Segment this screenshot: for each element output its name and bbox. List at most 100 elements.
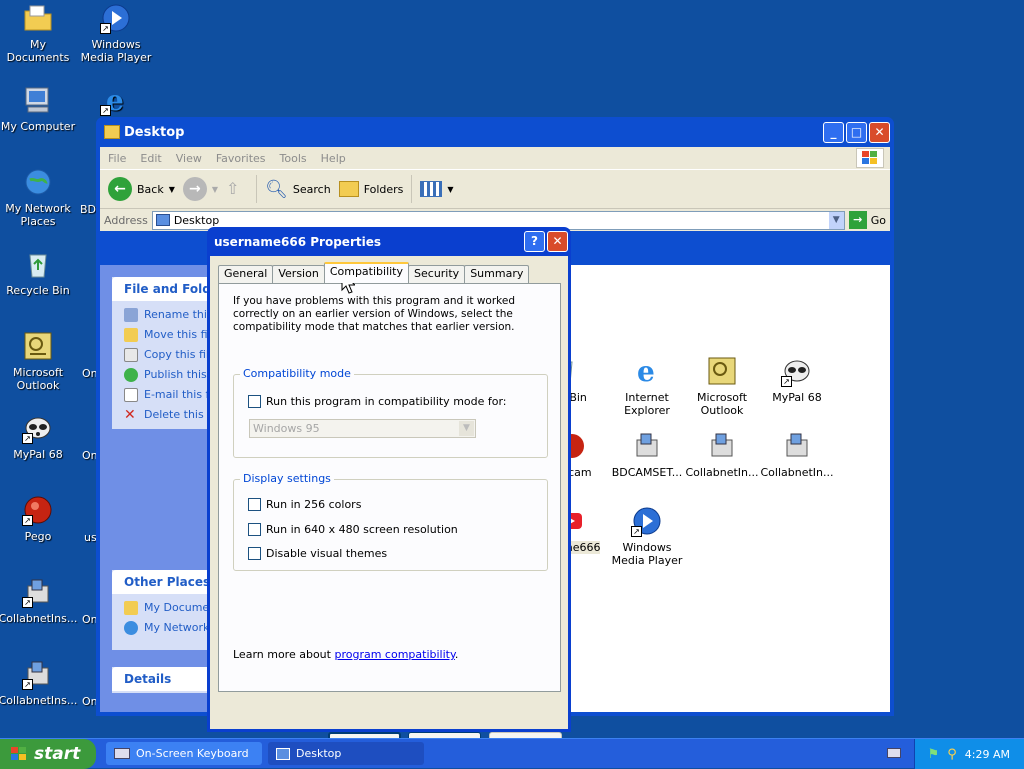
file-collabnet-2[interactable]: CollabnetIn...	[757, 430, 837, 479]
close-button[interactable]: ✕	[547, 231, 568, 252]
checkbox[interactable]	[248, 547, 261, 560]
desktop-icon-my-computer[interactable]: My Computer	[0, 84, 78, 133]
tab-compatibility[interactable]: Compatibility	[323, 262, 410, 283]
folders-button[interactable]: Folders	[338, 181, 403, 197]
installer-icon	[706, 430, 738, 462]
clock[interactable]: 4:29 AM	[965, 748, 1010, 761]
rename-icon	[124, 308, 138, 322]
dialog-titlebar[interactable]: username666 Properties ? ✕	[210, 227, 568, 256]
desktop-icon-recycle-bin[interactable]: Recycle Bin	[0, 248, 78, 297]
address-label: Address	[104, 213, 148, 227]
maximize-button[interactable]: □	[846, 121, 867, 143]
desktop-icon	[276, 747, 290, 760]
up-folder-icon[interactable]: ⇧	[226, 179, 248, 199]
file-internet-explorer[interactable]: e Internet Explorer	[607, 355, 687, 417]
views-button[interactable]: ▼	[420, 181, 454, 197]
back-button[interactable]: ← Back ▼	[108, 177, 175, 201]
explorer-titlebar[interactable]: Desktop _ □ ✕	[100, 117, 890, 147]
task-desktop[interactable]: Desktop	[268, 742, 424, 765]
file-mypal[interactable]: ↗ MyPal 68	[757, 355, 837, 404]
menu-file[interactable]: File	[108, 152, 126, 165]
desktop-icon-windows-media-player[interactable]: ↗ Windows Media Player	[76, 2, 156, 64]
file-windows-media-player[interactable]: ↗ Windows Media Player	[607, 505, 687, 567]
menu-help[interactable]: Help	[321, 152, 346, 165]
keyboard-icon	[114, 748, 130, 759]
toolbar-separator	[411, 175, 413, 203]
installer-icon	[631, 430, 663, 462]
chevron-down-icon: ▼	[459, 421, 474, 436]
dialog-title: username666 Properties	[214, 234, 381, 249]
menu-view[interactable]: View	[176, 152, 202, 165]
copy-icon	[124, 348, 138, 362]
compat-mode-checkbox-row[interactable]: Run this program in compatibility mode f…	[248, 395, 507, 408]
desktop-icon-mypal[interactable]: ↗ MyPal 68	[0, 412, 78, 461]
network-icon	[22, 166, 54, 198]
desktop-icon-collabnet-2[interactable]: ↗ CollabnetIns...	[0, 658, 78, 707]
desktop-icon	[155, 214, 170, 226]
close-button[interactable]: ✕	[869, 121, 890, 143]
start-button[interactable]: start	[0, 739, 96, 769]
learn-more-text: Learn more about program compatibility.	[233, 648, 459, 661]
globe-icon	[124, 368, 138, 382]
os-version-select[interactable]: Windows 95 ▼	[249, 419, 476, 438]
minimize-button[interactable]: _	[823, 121, 844, 143]
file-collabnet-1[interactable]: CollabnetIn...	[682, 430, 762, 479]
search-button[interactable]: 🔍︎ Search	[265, 179, 331, 200]
program-compatibility-link[interactable]: program compatibility	[334, 648, 454, 661]
desktop-icon-pego[interactable]: ↗ Pego	[0, 494, 78, 543]
folder-icon	[22, 2, 54, 34]
keyboard-tray-icon[interactable]	[887, 748, 901, 758]
task-on-screen-keyboard[interactable]: On-Screen Keyboard	[106, 742, 262, 765]
computer-icon	[22, 84, 54, 116]
desktop-icon-label: Microsoft Outlook	[12, 366, 64, 392]
option-640x480[interactable]: Run in 640 x 480 screen resolution	[248, 523, 458, 536]
compatibility-mode-group: Compatibility mode Run this program in c…	[233, 367, 548, 458]
dialog-body: General Version Compatibility Security S…	[210, 256, 568, 753]
taskbar: start On-Screen Keyboard Desktop ⚑ ⚲ 4:2…	[0, 738, 1024, 769]
folder-icon	[104, 125, 120, 139]
address-dropdown-button[interactable]: ▼	[828, 211, 844, 229]
folders-icon	[338, 181, 359, 197]
windows-logo-icon	[856, 148, 884, 168]
checkbox[interactable]	[248, 498, 261, 511]
desktop-icon-internet-explorer[interactable]: e ↗	[76, 84, 156, 120]
desktop-icon-my-documents[interactable]: My Documents	[0, 2, 78, 64]
go-button[interactable]: → Go	[848, 211, 886, 229]
option-256-colors[interactable]: Run in 256 colors	[248, 498, 361, 511]
compat-mode-checkbox[interactable]	[248, 395, 261, 408]
window-title: Desktop	[124, 124, 185, 140]
forward-button[interactable]: → ▼	[182, 177, 218, 201]
tab-general[interactable]: General	[218, 265, 274, 283]
tab-version[interactable]: Version	[272, 265, 325, 283]
menu-edit[interactable]: Edit	[140, 152, 161, 165]
desktop-icon-collabnet-1[interactable]: ↗ CollabnetIns...	[0, 576, 78, 625]
intro-text: If you have problems with this program a…	[233, 295, 516, 333]
file-bdcamset[interactable]: BDCAMSET...	[607, 430, 687, 479]
group-title: Display settings	[240, 472, 334, 485]
outlook-icon	[706, 355, 738, 387]
checkbox[interactable]	[248, 523, 261, 536]
desktop-icon-label: Pego	[24, 530, 52, 543]
option-disable-themes[interactable]: Disable visual themes	[248, 547, 387, 560]
desktop-icon-microsoft-outlook[interactable]: Microsoft Outlook	[0, 330, 78, 392]
menu-bar: File Edit View Favorites Tools Help	[100, 147, 890, 169]
tab-summary[interactable]: Summary	[464, 265, 530, 283]
file-microsoft-outlook[interactable]: Microsoft Outlook	[682, 355, 762, 417]
search-tray-icon[interactable]: ⚲	[947, 747, 957, 762]
standard-toolbar: ← Back ▼ → ▼ ⇧ 🔍︎ Search Folders ▼	[100, 169, 890, 209]
menu-tools[interactable]: Tools	[280, 152, 307, 165]
move-icon	[124, 328, 138, 342]
group-title: Compatibility mode	[240, 367, 354, 380]
desktop-icon-my-network-places[interactable]: My Network Places	[0, 166, 78, 228]
views-icon	[420, 181, 443, 197]
desktop-icon-label: MyPal 68	[13, 448, 63, 461]
menu-favorites[interactable]: Favorites	[216, 152, 266, 165]
properties-dialog[interactable]: username666 Properties ? ✕ General Versi…	[207, 227, 571, 753]
desktop-icon-label: CollabnetIns...	[0, 694, 78, 707]
toolbar-separator	[256, 175, 258, 203]
delete-icon: ✕	[124, 407, 136, 423]
tab-security[interactable]: Security	[408, 265, 466, 283]
outlook-icon	[22, 330, 54, 362]
network-tray-icon[interactable]: ⚑	[928, 747, 940, 762]
help-button[interactable]: ?	[524, 231, 545, 252]
